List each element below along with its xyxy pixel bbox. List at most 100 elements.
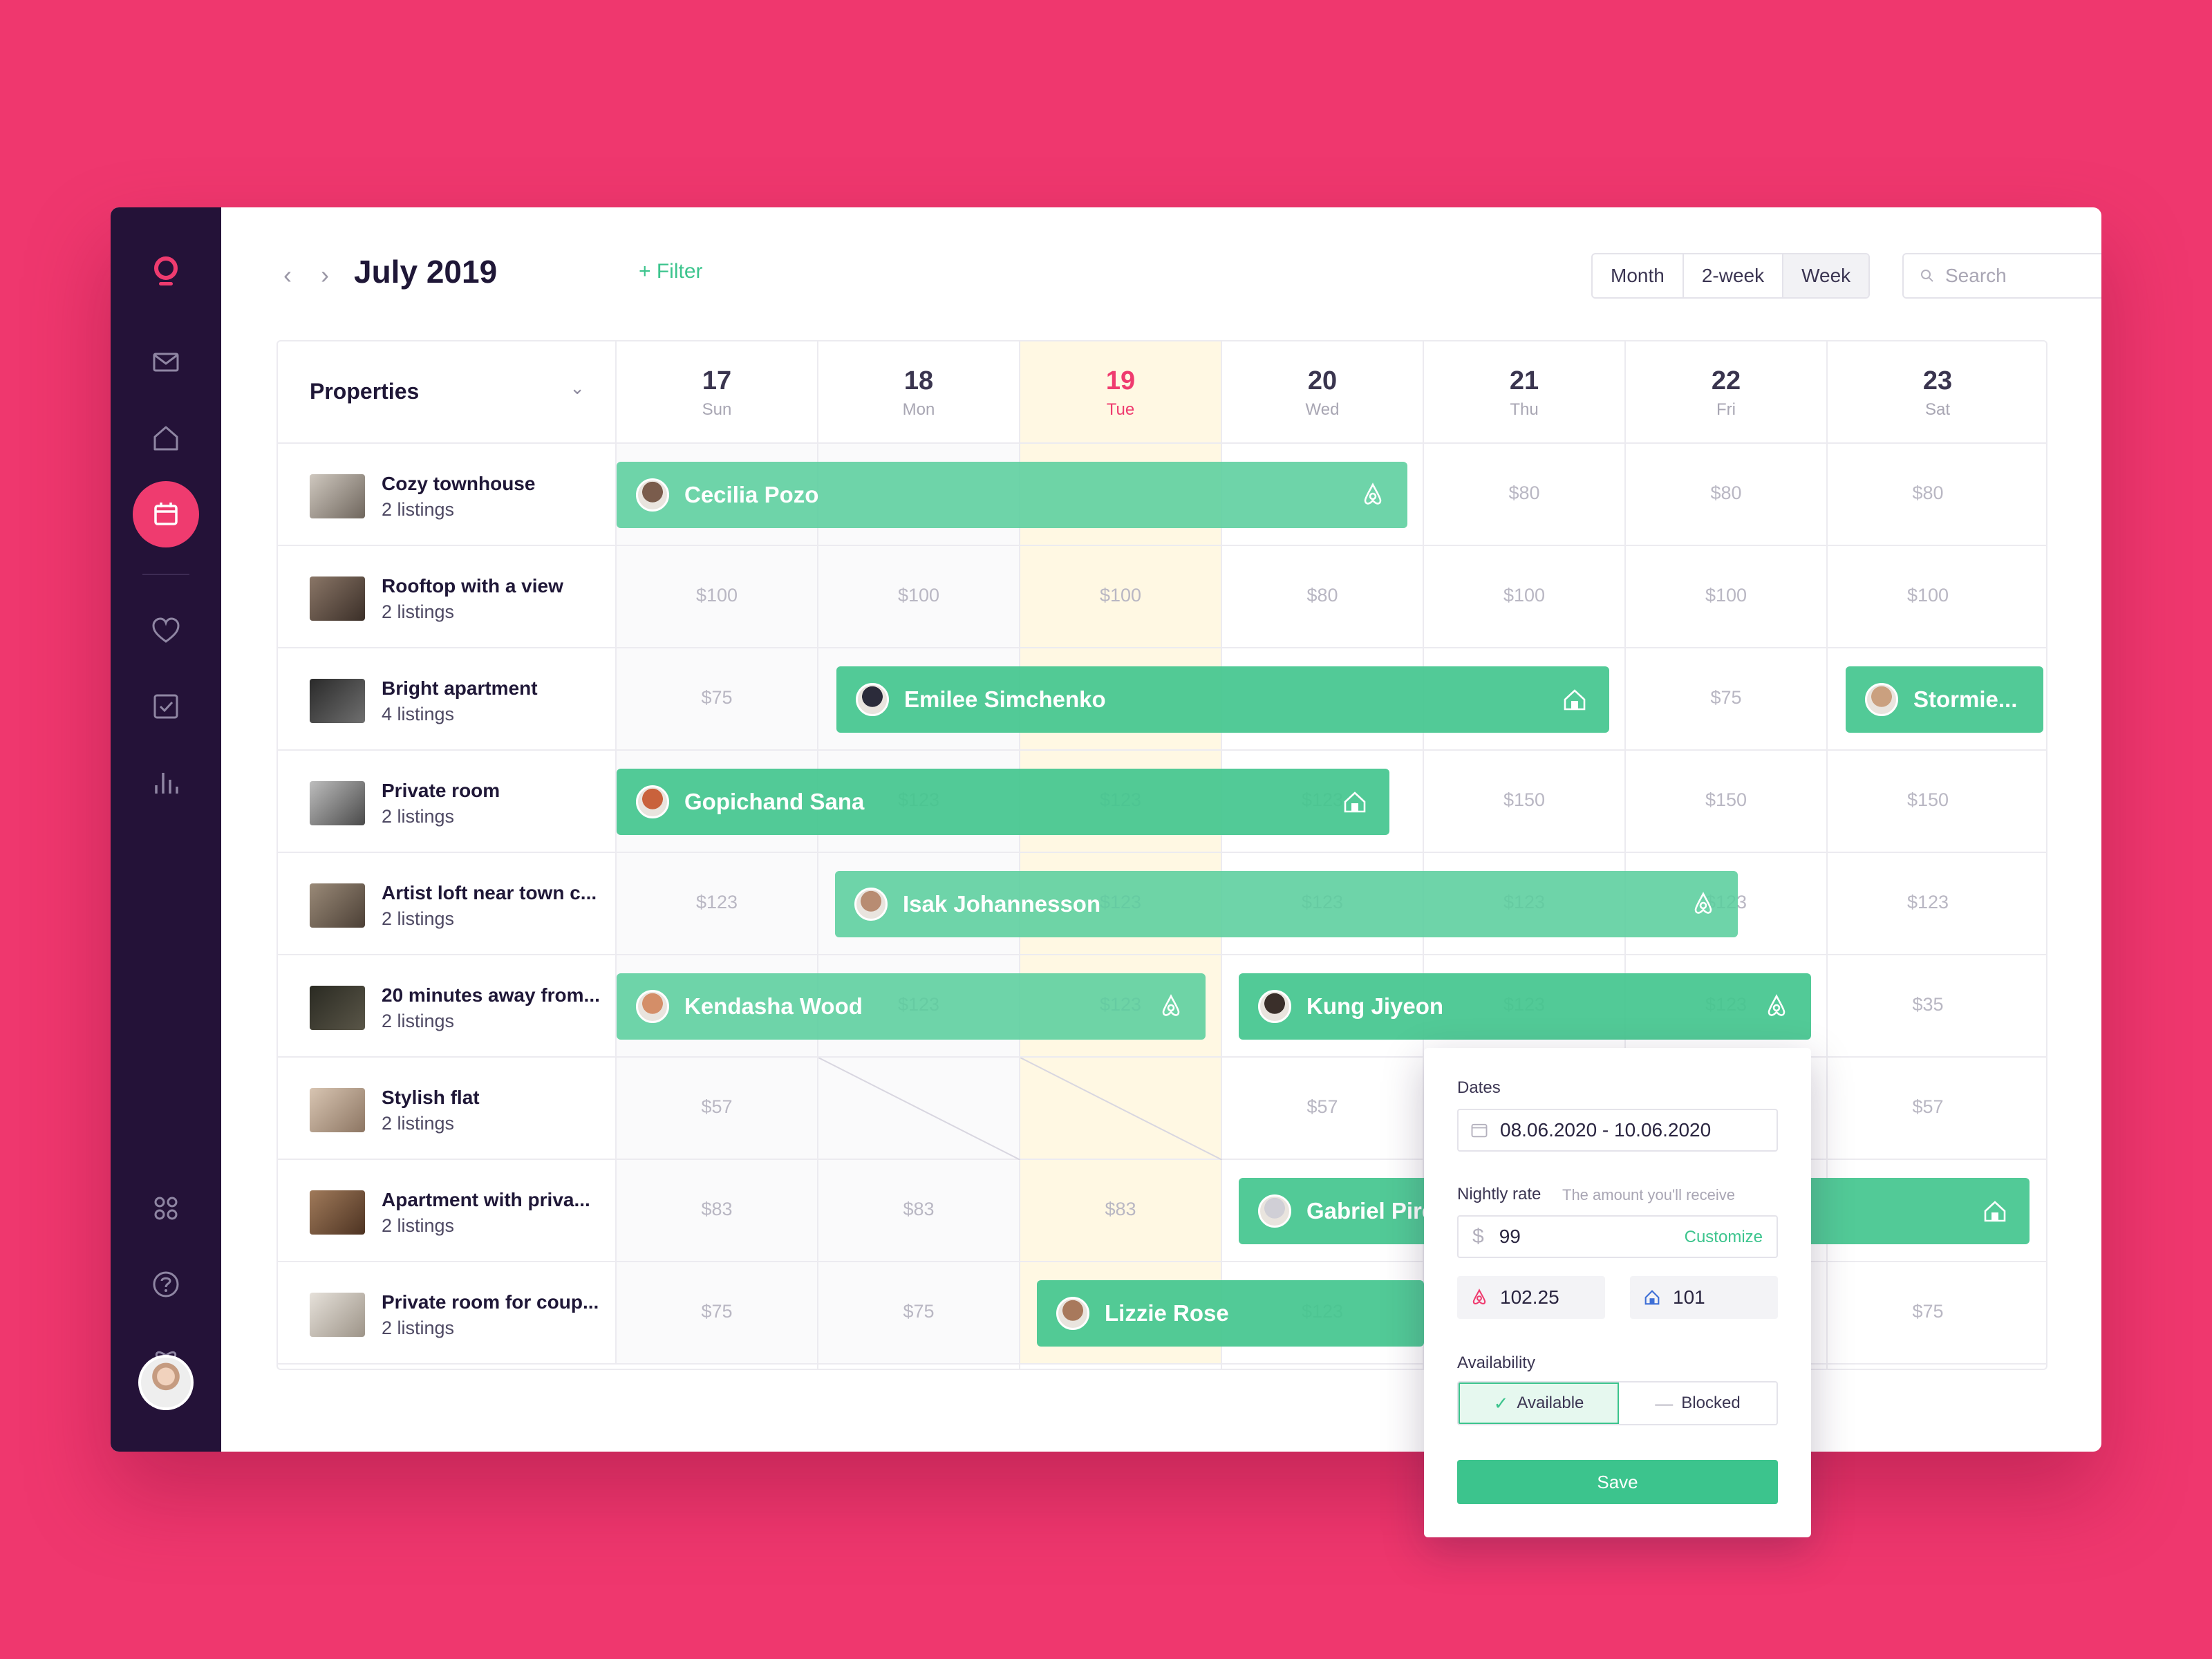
filter-link[interactable]: + Filter: [639, 260, 703, 283]
booking-bar[interactable]: Kung Jiyeon: [1239, 973, 1811, 1040]
booking-bar[interactable]: Stormie...: [1846, 666, 2043, 733]
day-header-18[interactable]: 18 Mon: [818, 341, 1020, 444]
property-row[interactable]: Private room for coup... 2 listings: [278, 1262, 617, 1365]
customize-link[interactable]: Customize: [1685, 1228, 1763, 1247]
prev-arrow-icon[interactable]: ‹: [274, 261, 301, 289]
price-cell[interactable]: $150: [1626, 789, 1826, 811]
airbnb-rate-field[interactable]: 102.25: [1457, 1276, 1605, 1319]
day-header-23[interactable]: 23 Sat: [1828, 341, 2046, 444]
guest-name: Emilee Simchenko: [904, 686, 1106, 712]
home-icon[interactable]: [138, 411, 194, 466]
price-cell[interactable]: $75: [818, 1301, 1019, 1322]
property-row[interactable]: Cozy townhouse 2 listings: [278, 444, 617, 546]
property-row[interactable]: 20 minutes away from... 2 listings: [278, 955, 617, 1058]
dates-field[interactable]: 08.06.2020 - 10.06.2020: [1457, 1109, 1778, 1152]
price-cell[interactable]: $75: [1626, 687, 1826, 709]
price-cell[interactable]: $100: [1020, 585, 1221, 606]
price-cell[interactable]: $75: [617, 1301, 817, 1322]
property-row[interactable]: Apartment with priva... 2 listings: [278, 1160, 617, 1262]
sidebar-divider: [142, 574, 189, 575]
search-icon: [1921, 270, 1933, 282]
price-cell[interactable]: $123: [617, 892, 817, 913]
property-row[interactable]: Bright apartment 4 listings: [278, 648, 617, 751]
booking-bar[interactable]: Emilee Simchenko: [836, 666, 1609, 733]
checkbox-icon[interactable]: [138, 679, 194, 734]
booking-rate-field[interactable]: 101: [1630, 1276, 1778, 1319]
property-thumbnail: [310, 883, 365, 928]
booking-bar[interactable]: Cecilia Pozo: [617, 462, 1407, 528]
price-cell[interactable]: $100: [1626, 585, 1826, 606]
day-header-17[interactable]: 17 Sun: [617, 341, 818, 444]
day-header-19[interactable]: 19 Tue: [1020, 341, 1222, 444]
price-cell[interactable]: $83: [1020, 1199, 1221, 1220]
property-row[interactable]: Stylish flat 2 listings: [278, 1058, 617, 1160]
airbnb-icon: [1694, 892, 1712, 914]
bar-chart-icon[interactable]: [138, 755, 194, 810]
day-header-22[interactable]: 22 Fri: [1626, 341, 1828, 444]
row-divider: [617, 545, 2046, 546]
mail-icon[interactable]: [138, 335, 194, 390]
price-cell[interactable]: $35: [1828, 994, 2028, 1015]
price-cell[interactable]: $75: [617, 687, 817, 709]
price-cell[interactable]: $57: [617, 1096, 817, 1118]
price-cell[interactable]: $80: [1222, 585, 1423, 606]
price-cell[interactable]: $57: [1828, 1096, 2028, 1118]
save-button[interactable]: Save: [1457, 1460, 1778, 1504]
property-row[interactable]: Private room 2 listings: [278, 751, 617, 853]
property-thumbnail: [310, 1293, 365, 1337]
booking-bar[interactable]: Gopichand Sana: [617, 769, 1389, 835]
blocked-option[interactable]: — Blocked: [1619, 1382, 1777, 1424]
day-header-20[interactable]: 20 Wed: [1222, 341, 1424, 444]
view-2week-button[interactable]: 2-week: [1684, 254, 1784, 297]
price-cell[interactable]: $83: [818, 1199, 1019, 1220]
blocked-cell[interactable]: [1020, 1058, 1222, 1160]
column-divider: [817, 444, 818, 1369]
price-cell[interactable]: $100: [818, 585, 1019, 606]
properties-header[interactable]: Properties ⌄: [278, 341, 617, 444]
property-listings: 2 listings: [382, 1318, 455, 1338]
price-cell[interactable]: $150: [1828, 789, 2028, 811]
view-week-button[interactable]: Week: [1783, 254, 1869, 297]
price-cell[interactable]: $100: [1424, 585, 1624, 606]
price-cell[interactable]: $80: [1828, 482, 2028, 504]
apps-grid-icon[interactable]: [138, 1181, 194, 1236]
heart-icon[interactable]: [138, 603, 194, 658]
price-cell[interactable]: $100: [1828, 585, 2028, 606]
price-cell[interactable]: $80: [1626, 482, 1826, 504]
property-row[interactable]: Artist loft near town c... 2 listings: [278, 853, 617, 955]
price-cell[interactable]: $57: [1222, 1096, 1423, 1118]
user-avatar[interactable]: [138, 1355, 194, 1410]
price-cell[interactable]: $75: [1828, 1301, 2028, 1322]
properties-label: Properties: [310, 379, 420, 404]
price-cell[interactable]: $150: [1424, 789, 1624, 811]
guest-avatar: [1056, 1297, 1089, 1330]
day-header-21[interactable]: 21 Thu: [1424, 341, 1626, 444]
available-option[interactable]: ✓ Available: [1459, 1382, 1619, 1424]
calendar-icon[interactable]: [133, 481, 199, 547]
price-cell[interactable]: $100: [617, 585, 817, 606]
day-number: 18: [903, 366, 934, 395]
property-row[interactable]: Rooftop with a view 2 listings: [278, 546, 617, 648]
dates-value: 08.06.2020 - 10.06.2020: [1500, 1119, 1712, 1141]
search-input[interactable]: Search: [1902, 253, 2101, 299]
row-divider: [617, 647, 2046, 648]
booking-bar[interactable]: Lizzie Rose: [1037, 1280, 1424, 1347]
booking-bar[interactable]: Kendasha Wood: [617, 973, 1206, 1040]
day-weekday: Tue: [1106, 400, 1135, 419]
blocked-cell[interactable]: [818, 1058, 1020, 1160]
help-icon[interactable]: [138, 1257, 194, 1312]
price-cell[interactable]: $83: [617, 1199, 817, 1220]
dash-icon: —: [1655, 1392, 1674, 1414]
booking-rate-value: 101: [1673, 1286, 1705, 1308]
nightly-rate-hint: The amount you'll receive: [1562, 1186, 1735, 1203]
nightly-rate-field[interactable]: $ 99 Customize: [1457, 1215, 1778, 1258]
price-cell[interactable]: $123: [1828, 892, 2028, 913]
property-name: Private room: [382, 780, 500, 801]
booking-bar[interactable]: Isak Johannesson: [835, 871, 1738, 937]
logo-icon[interactable]: [138, 243, 194, 299]
next-arrow-icon[interactable]: ›: [311, 261, 339, 289]
price-cell[interactable]: $80: [1424, 482, 1624, 504]
guest-name: Kendasha Wood: [684, 993, 863, 1019]
view-month-button[interactable]: Month: [1593, 254, 1684, 297]
chevron-down-icon[interactable]: ⌄: [570, 377, 585, 399]
